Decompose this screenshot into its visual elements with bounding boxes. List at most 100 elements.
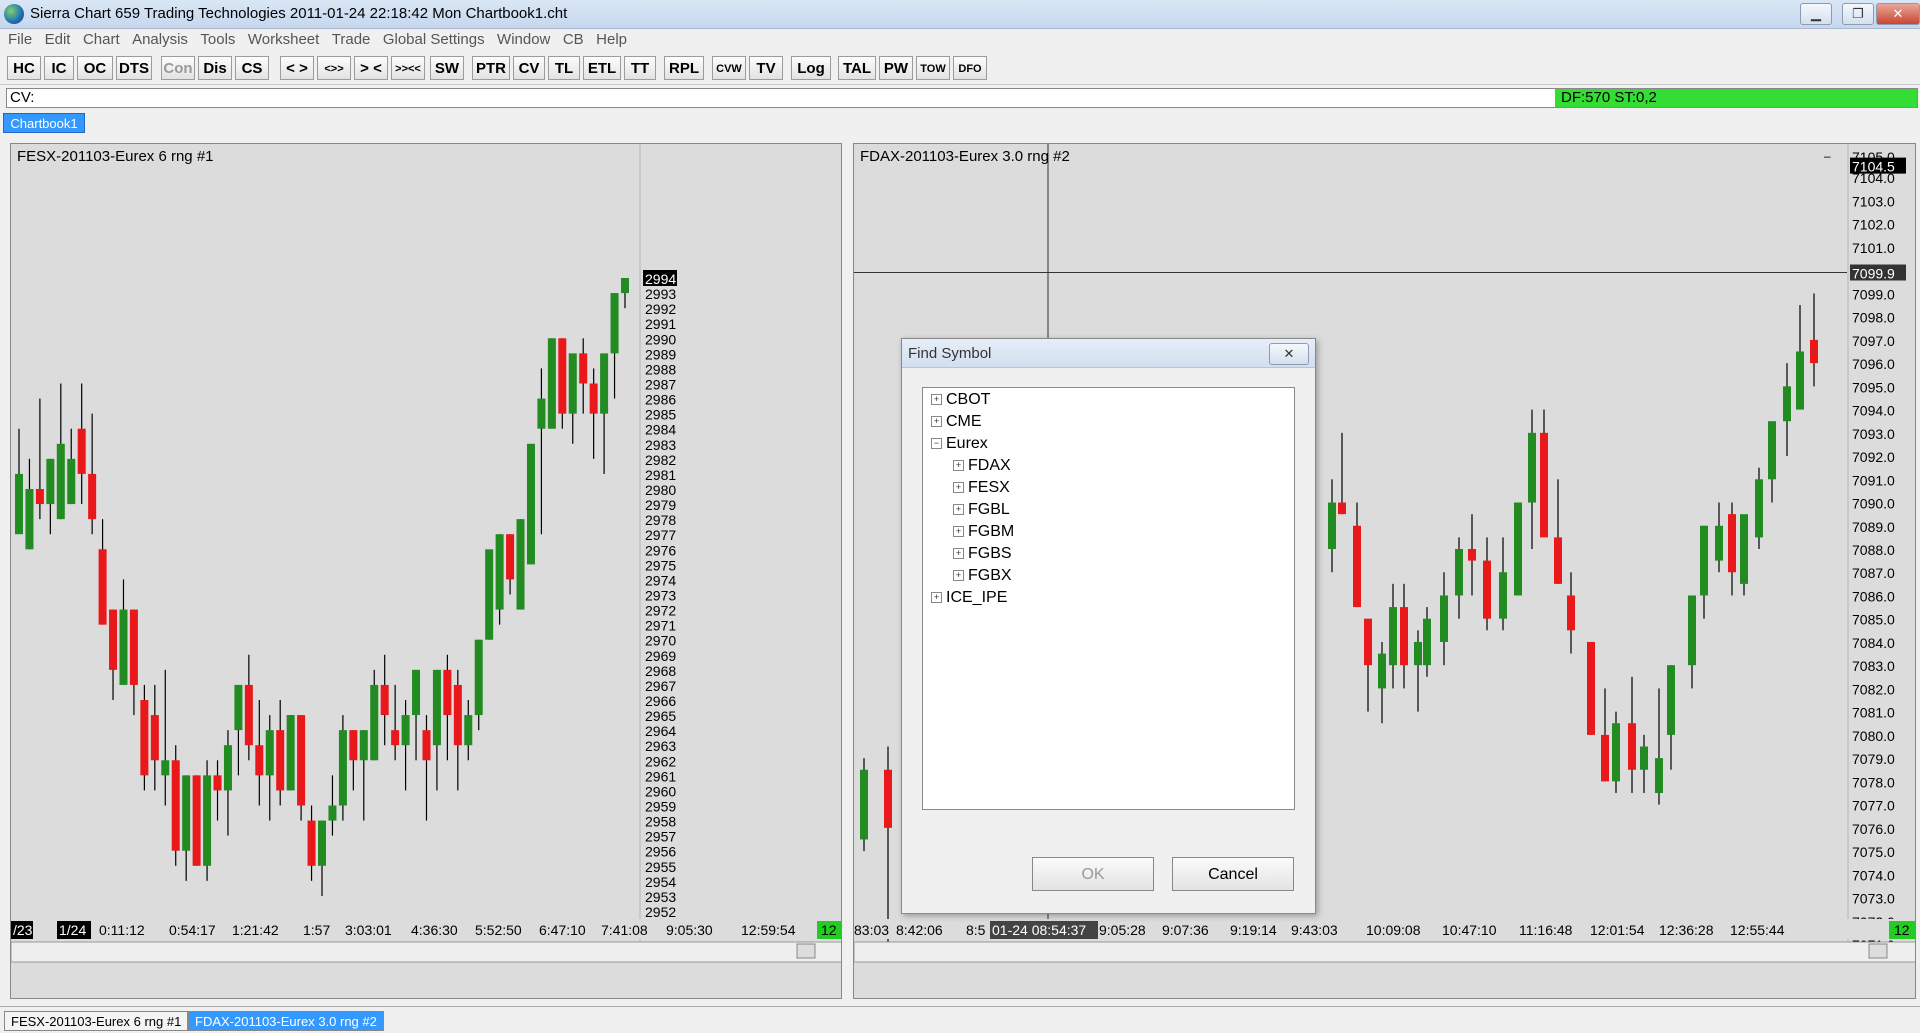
candle-body <box>328 805 337 821</box>
cancel-button[interactable]: Cancel <box>1172 857 1294 891</box>
menu-analysis[interactable]: Analysis <box>132 29 188 48</box>
expand-icon[interactable]: + <box>953 570 964 582</box>
tool-tt-button[interactable]: TT <box>624 56 656 80</box>
x-tick-label: 0:11:12 <box>99 922 145 938</box>
candle-body <box>370 684 379 761</box>
candle-body <box>422 730 431 761</box>
expand-icon[interactable]: + <box>931 394 942 406</box>
candle-body <box>276 730 285 791</box>
tool-dis-button[interactable]: Dis <box>198 56 232 80</box>
tool-tv-button[interactable]: TV <box>749 56 783 80</box>
tree-node-ice-ipe[interactable]: + ICE_IPE <box>931 588 1007 608</box>
tab-fdax-chart[interactable]: FDAX-201103-Eurex 3.0 rng #2 <box>188 1011 384 1031</box>
tool-cvw-button[interactable]: CVW <box>712 56 746 80</box>
price-label: 2994 <box>645 271 676 287</box>
menu-cb[interactable]: CB <box>563 29 584 48</box>
tool-tl-button[interactable]: TL <box>548 56 580 80</box>
y-tick-label: 7098.0 <box>1852 310 1895 326</box>
menu-trade[interactable]: Trade <box>332 29 371 48</box>
tool-rpl-button[interactable]: RPL <box>664 56 704 80</box>
expand-icon[interactable]: + <box>953 504 964 516</box>
candle-body <box>1338 502 1346 515</box>
x-tick-label: 6:47:10 <box>539 922 586 938</box>
menu-help[interactable]: Help <box>596 29 627 48</box>
tree-node-cbot[interactable]: + CBOT <box>931 390 990 410</box>
symbol-tree[interactable]: + CBOT + CME − Eurex + FDAX + FESX + FGBL + FGBM + FGBS… <box>922 387 1295 810</box>
tree-node-fgbs[interactable]: + FGBS <box>953 544 1012 564</box>
expand-icon[interactable]: + <box>931 592 942 604</box>
menu-chart[interactable]: Chart <box>83 29 120 48</box>
tool-tal-button[interactable]: TAL <box>838 56 876 80</box>
minimize-button[interactable]: ▁ <box>1800 3 1832 25</box>
tool-tow-button[interactable]: TOW <box>916 56 950 80</box>
ok-button[interactable]: OK <box>1032 857 1154 891</box>
tool-sw-button[interactable]: SW <box>430 56 464 80</box>
y-tick-label: 2968 <box>645 663 676 679</box>
tool-con-button[interactable]: Con <box>161 56 195 80</box>
scroll-thumb <box>796 943 816 959</box>
expand-icon[interactable]: + <box>953 460 964 472</box>
candle-body <box>223 745 232 791</box>
collapse-icon[interactable]: − <box>931 438 942 450</box>
y-tick-label: 7077.0 <box>1852 798 1895 814</box>
y-tick-label: 7086.0 <box>1852 588 1895 604</box>
x-tick-label: 12:55:44 <box>1730 922 1785 938</box>
chart-fesx[interactable]: 2994 2993 2992 2991 2990 2989 2988 2987 2986 2985… <box>10 143 842 999</box>
expand-icon[interactable]: + <box>953 526 964 538</box>
y-tick-label: 7076.0 <box>1852 821 1895 837</box>
candle-body <box>77 428 86 474</box>
menu-tools[interactable]: Tools <box>200 29 235 48</box>
tool-ic-button[interactable]: IC <box>44 56 74 80</box>
tree-node-eurex[interactable]: − Eurex <box>931 434 988 454</box>
tool-scroll-right-button[interactable]: <>> <box>317 56 351 80</box>
close-button[interactable]: ✕ <box>1876 3 1920 25</box>
tree-node-fgbx[interactable]: + FGBX <box>953 566 1012 586</box>
candle-body <box>495 534 504 610</box>
tool-cs-button[interactable]: CS <box>235 56 269 80</box>
tool-hc-button[interactable]: HC <box>7 56 41 80</box>
menu-global-settings[interactable]: Global Settings <box>383 29 485 48</box>
tree-node-fdax[interactable]: + FDAX <box>953 456 1011 476</box>
tree-node-cme[interactable]: + CME <box>931 412 982 432</box>
menu-file[interactable]: File <box>8 29 32 48</box>
tool-cv-button[interactable]: CV <box>513 56 545 80</box>
candle-body <box>1328 502 1336 549</box>
expand-icon[interactable]: + <box>953 548 964 560</box>
expand-icon[interactable]: + <box>953 482 964 494</box>
tool-dts-button[interactable]: DTS <box>116 56 152 80</box>
tool-log-button[interactable]: Log <box>791 56 831 80</box>
y-tick-label: 2953 <box>645 889 676 905</box>
candle-body <box>129 609 138 685</box>
tool-pw-button[interactable]: PW <box>879 56 913 80</box>
expand-icon[interactable]: + <box>931 416 942 428</box>
tool-scroll-button[interactable]: < > <box>280 56 314 80</box>
tool-dfo-button[interactable]: DFO <box>953 56 987 80</box>
tab-fesx-chart[interactable]: FESX-201103-Eurex 6 rng #1 <box>4 1011 189 1031</box>
candle-body <box>182 775 191 851</box>
menu-edit[interactable]: Edit <box>45 29 71 48</box>
chart-fesx-canvas[interactable]: 2994299329922991299029892988298729862985… <box>11 144 842 999</box>
menu-window[interactable]: Window <box>497 29 550 48</box>
tool-etl-button[interactable]: ETL <box>583 56 621 80</box>
y-tick-label: 7101.0 <box>1852 240 1895 256</box>
x-tick-label: 83:03 <box>854 922 889 938</box>
candle-body <box>1655 758 1663 793</box>
h-scrollbar <box>11 941 841 963</box>
tree-node-fgbl[interactable]: + FGBL <box>953 500 1010 520</box>
tool-zoom-button[interactable]: > < <box>354 56 388 80</box>
tool-oc-button[interactable]: OC <box>77 56 113 80</box>
y-tick-label: 2982 <box>645 452 676 468</box>
restore-button[interactable]: ❐ <box>1842 3 1874 25</box>
menu-worksheet[interactable]: Worksheet <box>248 29 319 48</box>
candle-body <box>1540 432 1548 538</box>
tool-ptr-button[interactable]: PTR <box>472 56 510 80</box>
candle-body <box>600 353 609 414</box>
candle-body <box>412 669 421 716</box>
candle-body <box>391 730 400 746</box>
y-tick-label: 2990 <box>645 331 676 347</box>
tool-expand-button[interactable]: >><< <box>391 56 425 80</box>
tree-node-fgbm[interactable]: + FGBM <box>953 522 1014 542</box>
tree-node-fesx[interactable]: + FESX <box>953 478 1010 498</box>
dialog-close-button[interactable]: ✕ <box>1269 343 1309 365</box>
chartbook-tab[interactable]: Chartbook1 <box>3 113 85 133</box>
